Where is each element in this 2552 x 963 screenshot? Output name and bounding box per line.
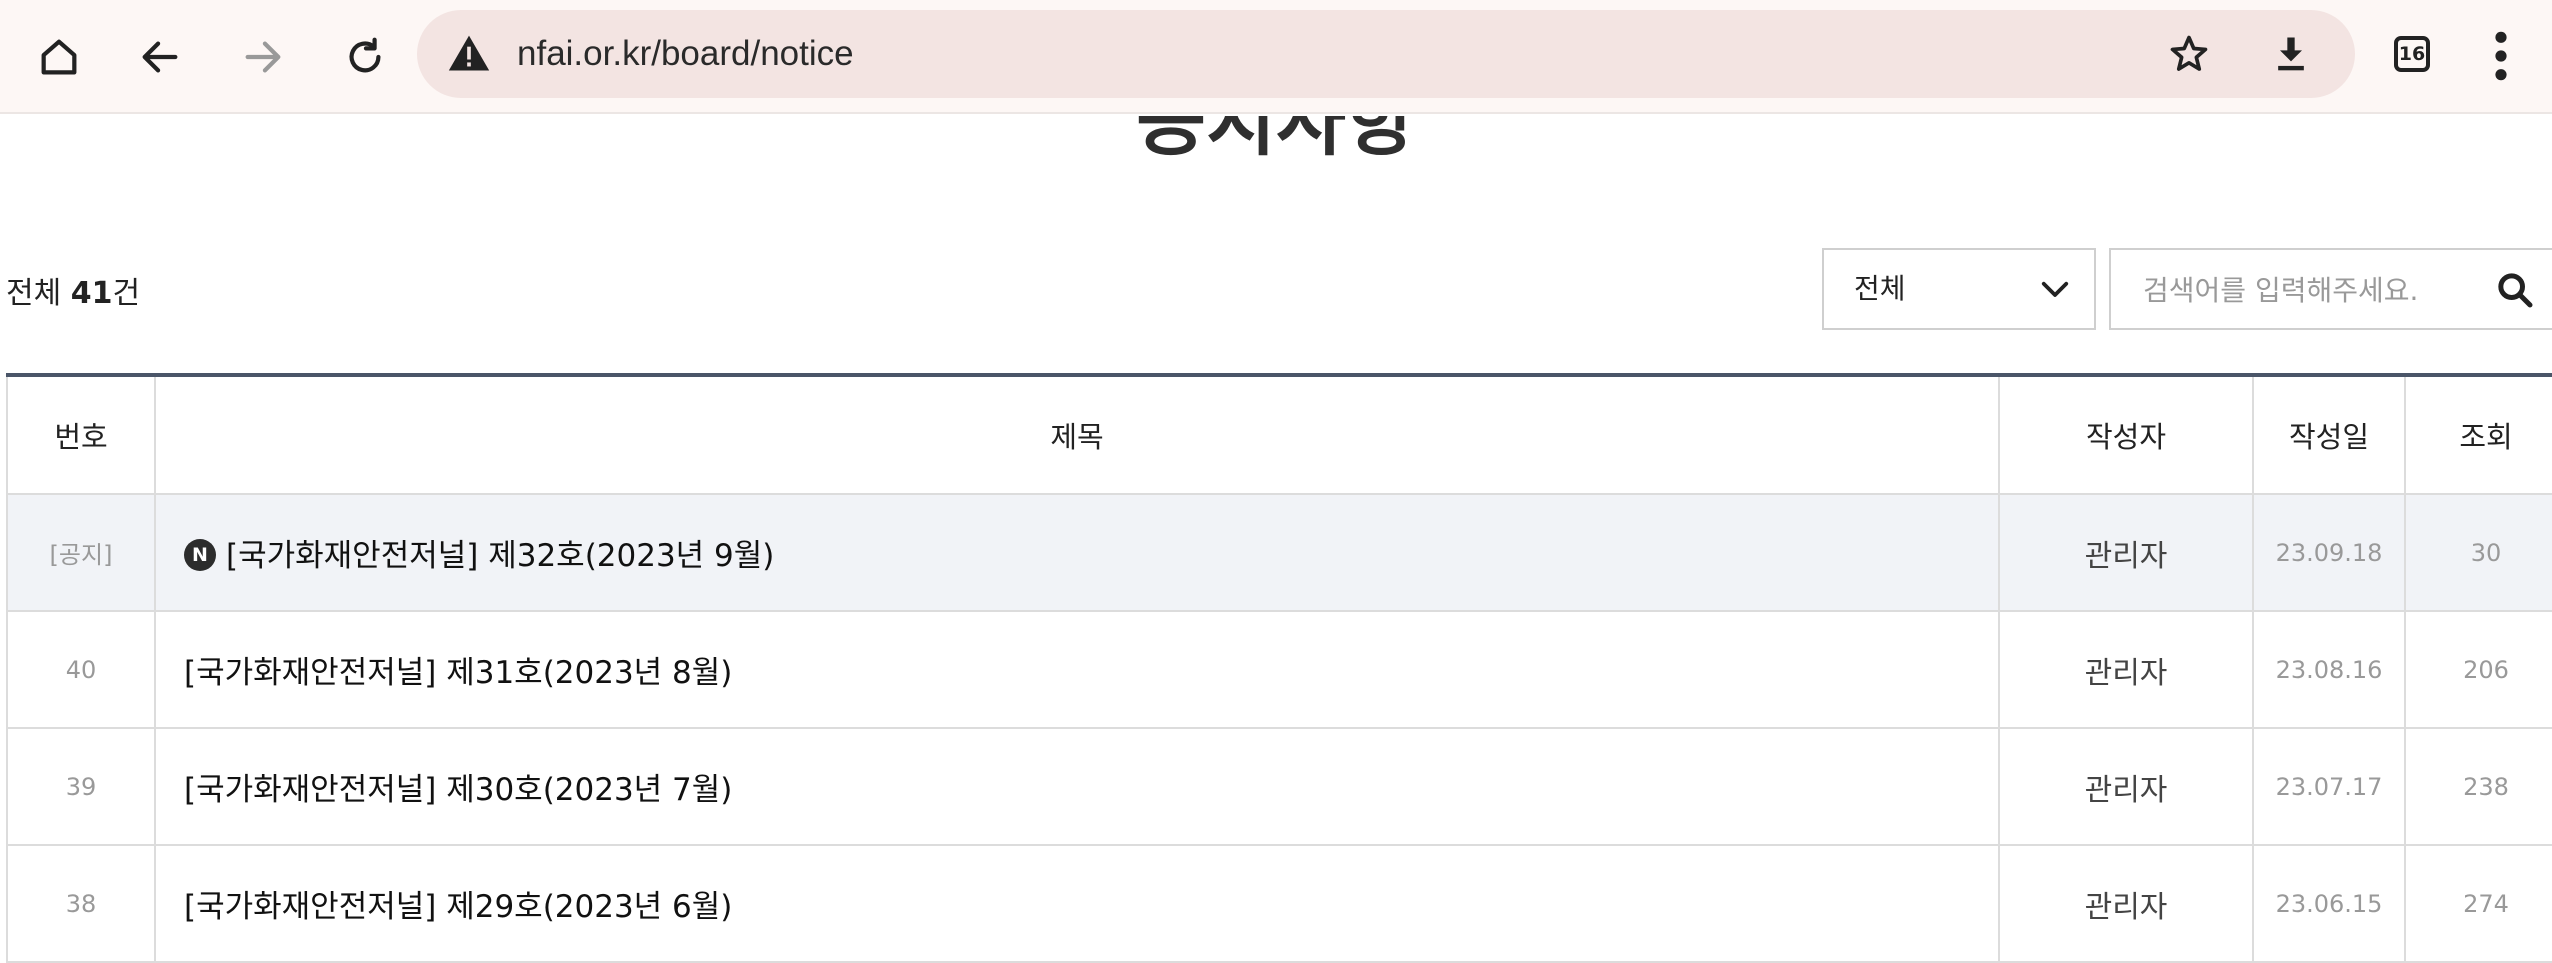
address-bar[interactable]: nfai.or.kr/board/notice — [417, 10, 2355, 98]
row-views: 274 — [2404, 844, 2552, 963]
table-row[interactable]: [공지] N [국가화재안전저널] 제32호(2023년 9월) 관리자 23.0… — [6, 493, 2552, 612]
search-box — [2109, 248, 2552, 330]
url-text[interactable]: nfai.or.kr/board/notice — [517, 10, 854, 98]
header-title: 제목 — [154, 374, 2000, 495]
row-num: [공지] — [6, 493, 156, 612]
back-icon — [142, 41, 178, 73]
row-date: 23.08.16 — [2252, 610, 2406, 729]
row-author: 관리자 — [1998, 610, 2254, 729]
tabs-icon[interactable]: 16 — [2394, 36, 2430, 72]
bookmark-star-icon — [2170, 35, 2208, 71]
row-title-link[interactable]: [국가화재안전저널] 제32호(2023년 9월) — [226, 538, 774, 574]
header-views: 조회 — [2404, 374, 2552, 495]
total-count: 전체 41건 — [6, 268, 140, 312]
header-date: 작성일 — [2252, 374, 2406, 495]
table-row[interactable]: 39 [국가화재안전저널] 제30호(2023년 7월) 관리자 23.07.1… — [6, 727, 2552, 846]
home-button[interactable] — [24, 22, 94, 92]
total-number: 41 — [70, 276, 113, 311]
row-title-link[interactable]: [국가화재안전저널] 제29호(2023년 6월) — [184, 889, 732, 925]
total-suffix: 건 — [112, 276, 141, 311]
row-views: 30 — [2404, 493, 2552, 612]
search-input[interactable] — [2141, 264, 2485, 316]
reload-icon — [349, 37, 381, 73]
row-views: 238 — [2404, 727, 2552, 846]
filter-selected-value: 전체 — [1854, 272, 1906, 305]
table-header-row: 번호 제목 작성자 작성일 조회 — [6, 374, 2552, 495]
bookmark-button[interactable] — [2161, 26, 2217, 82]
not-secure-warning-icon[interactable] — [447, 32, 491, 76]
total-prefix: 전체 — [6, 276, 71, 311]
search-icon[interactable] — [2495, 270, 2535, 310]
reload-button[interactable] — [330, 22, 400, 92]
row-date: 23.09.18 — [2252, 493, 2406, 612]
row-author: 관리자 — [1998, 844, 2254, 963]
header-num: 번호 — [6, 374, 156, 495]
new-badge-icon: N — [184, 538, 216, 571]
row-num: 40 — [6, 610, 156, 729]
notice-table: 번호 제목 작성자 작성일 조회 [공지] N [국가화재안전저널] 제32호(2… — [6, 373, 2552, 963]
forward-button[interactable] — [228, 22, 298, 92]
row-title-link[interactable]: [국가화재안전저널] 제30호(2023년 7월) — [184, 772, 732, 808]
download-button[interactable] — [2263, 26, 2319, 82]
row-title-link[interactable]: [국가화재안전저널] 제31호(2023년 8월) — [184, 655, 732, 691]
row-date: 23.07.17 — [2252, 727, 2406, 846]
home-icon — [41, 39, 77, 75]
header-author: 작성자 — [1998, 374, 2254, 495]
back-button[interactable] — [125, 22, 195, 92]
row-author: 관리자 — [1998, 727, 2254, 846]
row-title-cell[interactable]: [국가화재안전저널] 제30호(2023년 7월) — [154, 727, 2000, 846]
menu-icon[interactable] — [2486, 28, 2516, 84]
row-num: 38 — [6, 844, 156, 963]
browser-toolbar: nfai.or.kr/board/notice 16 — [0, 0, 2552, 114]
row-num: 39 — [6, 727, 156, 846]
chevron-down-icon — [2041, 281, 2069, 297]
row-views: 206 — [2404, 610, 2552, 729]
row-title-cell[interactable]: [국가화재안전저널] 제29호(2023년 6월) — [154, 844, 2000, 963]
row-title-cell[interactable]: [국가화재안전저널] 제31호(2023년 8월) — [154, 610, 2000, 729]
row-title-cell[interactable]: N [국가화재안전저널] 제32호(2023년 9월) — [154, 493, 2000, 612]
download-icon — [2278, 37, 2304, 71]
search-filter-select[interactable]: 전체 — [1822, 248, 2096, 330]
forward-icon — [245, 41, 281, 73]
row-date: 23.06.15 — [2252, 844, 2406, 963]
table-row[interactable]: 40 [국가화재안전저널] 제31호(2023년 8월) 관리자 23.08.1… — [6, 610, 2552, 729]
row-author: 관리자 — [1998, 493, 2254, 612]
table-row[interactable]: 38 [국가화재안전저널] 제29호(2023년 6월) 관리자 23.06.1… — [6, 844, 2552, 963]
